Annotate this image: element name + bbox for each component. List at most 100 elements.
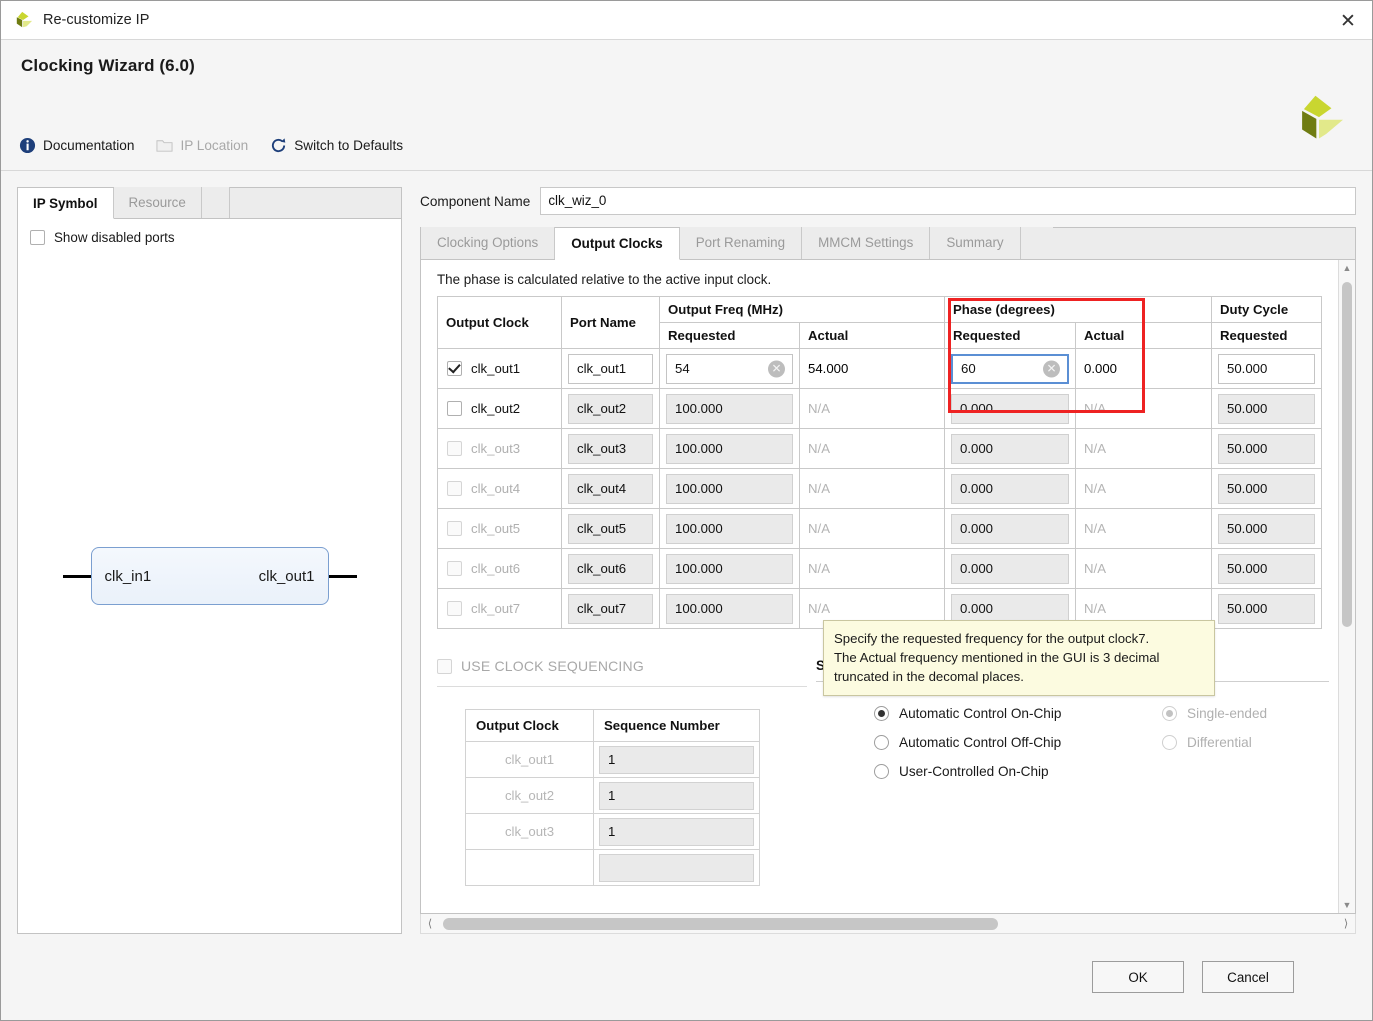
scroll-down-icon[interactable]: ▼ bbox=[1339, 897, 1355, 913]
use-clock-sequencing-row[interactable]: USE CLOCK SEQUENCING bbox=[437, 658, 807, 674]
switch-to-defaults-button[interactable]: Switch to Defaults bbox=[270, 137, 403, 154]
tab-output-clocks[interactable]: Output Clocks bbox=[555, 228, 680, 260]
pane-horizontal-scrollbar[interactable]: ⟨ ⟩ bbox=[420, 914, 1356, 934]
port-name-input[interactable]: clk_out1 bbox=[568, 353, 653, 384]
use-clock-sequencing-checkbox[interactable] bbox=[437, 658, 452, 674]
radio-groups: Automatic Control On-Chip Automatic Cont… bbox=[816, 706, 1329, 779]
port-name-input[interactable]: clk_out7 bbox=[568, 593, 653, 624]
duty-requested-input[interactable]: 50.000 bbox=[1218, 353, 1315, 384]
show-disabled-ports-checkbox[interactable] bbox=[30, 230, 45, 245]
freq-actual-value: N/A bbox=[808, 401, 830, 416]
freq-requested-input[interactable]: 100.000 bbox=[666, 473, 793, 504]
clock-enable-checkbox[interactable] bbox=[447, 441, 462, 456]
scroll-left-icon[interactable]: ⟨ bbox=[421, 917, 439, 930]
phase-actual-value: N/A bbox=[1084, 601, 1106, 616]
vertical-scroll-thumb[interactable] bbox=[1342, 282, 1352, 627]
phase-actual-value: N/A bbox=[1084, 481, 1106, 496]
clear-icon[interactable]: ✕ bbox=[1043, 360, 1060, 377]
freq-requested-input[interactable]: 100.000 bbox=[666, 393, 793, 424]
row-clock-name-cell[interactable]: clk_out7 bbox=[438, 601, 561, 616]
clock-enable-checkbox[interactable] bbox=[447, 561, 462, 576]
phase-actual-value: 0.000 bbox=[1084, 361, 1118, 376]
port-name-input[interactable]: clk_out4 bbox=[568, 473, 653, 504]
row-clock-name-cell[interactable]: clk_out3 bbox=[438, 441, 561, 456]
radio-user-controlled-on-chip[interactable]: User-Controlled On-Chip bbox=[874, 764, 1106, 779]
freq-requested-input[interactable]: 100.000 bbox=[666, 433, 793, 464]
clear-icon[interactable]: ✕ bbox=[768, 360, 785, 377]
tab-port-renaming[interactable]: Port Renaming bbox=[679, 227, 803, 259]
tab-mmcm-settings[interactable]: MMCM Settings bbox=[802, 227, 931, 259]
port-name-input[interactable]: clk_out6 bbox=[568, 553, 653, 584]
seq-number-input[interactable] bbox=[599, 853, 754, 882]
th-output-freq-group: Output Freq (MHz) bbox=[659, 296, 945, 323]
port-name-input[interactable]: clk_out5 bbox=[568, 513, 653, 544]
phase-requested-input[interactable]: 0.000 bbox=[951, 433, 1069, 464]
ok-button[interactable]: OK bbox=[1092, 961, 1184, 993]
row-clock-name-cell[interactable]: clk_out1 bbox=[438, 361, 561, 376]
port-name-input[interactable]: clk_out3 bbox=[568, 433, 653, 464]
seq-number-input[interactable]: 1 bbox=[599, 745, 754, 774]
switch-to-defaults-label: Switch to Defaults bbox=[294, 138, 404, 153]
freq-requested-input[interactable]: 100.000 bbox=[666, 593, 793, 624]
seq-number-input[interactable]: 1 bbox=[599, 781, 754, 810]
clock-name-label: clk_out7 bbox=[471, 601, 521, 616]
phase-requested-input[interactable]: 0.000 bbox=[951, 553, 1069, 584]
use-clock-sequencing-label: USE CLOCK SEQUENCING bbox=[461, 658, 644, 674]
xilinx-logo-icon bbox=[16, 11, 33, 28]
duty-requested-input[interactable]: 50.000 bbox=[1218, 433, 1315, 464]
close-icon[interactable]: ✕ bbox=[1334, 7, 1362, 35]
pane-vertical-scrollbar[interactable]: ▲ ▼ bbox=[1338, 260, 1355, 913]
radio-automatic-control-off-chip[interactable]: Automatic Control Off-Chip bbox=[874, 735, 1106, 750]
clock-enable-checkbox[interactable] bbox=[447, 361, 462, 376]
output-pin-line bbox=[328, 574, 357, 578]
seq-number-input[interactable]: 1 bbox=[599, 817, 754, 846]
ip-symbol-content: Show disabled ports clk_in1 clk_out1 bbox=[17, 219, 402, 934]
duty-requested-input[interactable]: 50.000 bbox=[1218, 513, 1315, 544]
documentation-button[interactable]: Documentation bbox=[19, 137, 134, 154]
horizontal-scroll-thumb[interactable] bbox=[443, 917, 998, 930]
phase-requested-input[interactable]: 0.000 bbox=[951, 393, 1069, 424]
tab-resource[interactable]: Resource bbox=[113, 187, 202, 218]
row-clock-name-cell[interactable]: clk_out4 bbox=[438, 481, 561, 496]
tab-ip-symbol[interactable]: IP Symbol bbox=[18, 188, 114, 219]
duty-requested-input[interactable]: 50.000 bbox=[1218, 473, 1315, 504]
show-disabled-ports-row[interactable]: Show disabled ports bbox=[18, 219, 401, 256]
radio-label: Automatic Control On-Chip bbox=[899, 706, 1062, 721]
table-header-row-1: Output Clock Port Name Output Freq (MHz)… bbox=[437, 296, 1322, 349]
source-radio-group: Automatic Control On-Chip Automatic Cont… bbox=[816, 706, 1106, 779]
cancel-button[interactable]: Cancel bbox=[1202, 961, 1294, 993]
radio-single-ended[interactable]: Single-ended bbox=[1162, 706, 1329, 721]
row-clock-name-cell[interactable]: clk_out2 bbox=[438, 401, 561, 416]
table-row: clk_out6 clk_out6 100.000 N/A 0.000 N/A … bbox=[437, 548, 1322, 589]
tab-summary[interactable]: Summary bbox=[930, 227, 1021, 259]
phase-requested-input[interactable]: 0.000 bbox=[951, 513, 1069, 544]
th-freq-actual: Actual bbox=[799, 322, 945, 349]
phase-requested-input[interactable]: 0.000 bbox=[951, 473, 1069, 504]
port-name-input[interactable]: clk_out2 bbox=[568, 393, 653, 424]
radio-differential[interactable]: Differential bbox=[1162, 735, 1329, 750]
scroll-right-icon[interactable]: ⟩ bbox=[1337, 917, 1355, 930]
freq-requested-input[interactable]: 100.000 bbox=[666, 513, 793, 544]
duty-requested-input[interactable]: 50.000 bbox=[1218, 553, 1315, 584]
refresh-icon bbox=[272, 138, 286, 153]
freq-requested-input[interactable]: 100.000 bbox=[666, 553, 793, 584]
component-name-label: Component Name bbox=[420, 193, 531, 209]
clock-enable-checkbox[interactable] bbox=[447, 521, 462, 536]
row-clock-name-cell[interactable]: clk_out6 bbox=[438, 561, 561, 576]
component-name-input[interactable]: clk_wiz_0 bbox=[540, 187, 1356, 215]
scroll-up-icon[interactable]: ▲ bbox=[1339, 260, 1355, 276]
clock-enable-checkbox[interactable] bbox=[447, 481, 462, 496]
clock-enable-checkbox[interactable] bbox=[447, 601, 462, 616]
row-clock-name-cell[interactable]: clk_out5 bbox=[438, 521, 561, 536]
freq-requested-input[interactable]: 54 ✕ bbox=[666, 353, 793, 384]
phase-requested-input[interactable]: 0.000 bbox=[951, 593, 1069, 624]
duty-requested-input[interactable]: 50.000 bbox=[1218, 593, 1315, 624]
clock-name-label: clk_out3 bbox=[471, 441, 521, 456]
ip-location-button[interactable]: IP Location bbox=[156, 137, 248, 154]
tab-clocking-options[interactable]: Clocking Options bbox=[421, 227, 556, 259]
duty-requested-input[interactable]: 50.000 bbox=[1218, 393, 1315, 424]
xilinx-brand-logo-icon bbox=[1302, 95, 1343, 139]
clock-enable-checkbox[interactable] bbox=[447, 401, 462, 416]
phase-requested-input[interactable]: 60 ✕ bbox=[951, 353, 1069, 384]
radio-automatic-control-on-chip[interactable]: Automatic Control On-Chip bbox=[874, 706, 1106, 721]
